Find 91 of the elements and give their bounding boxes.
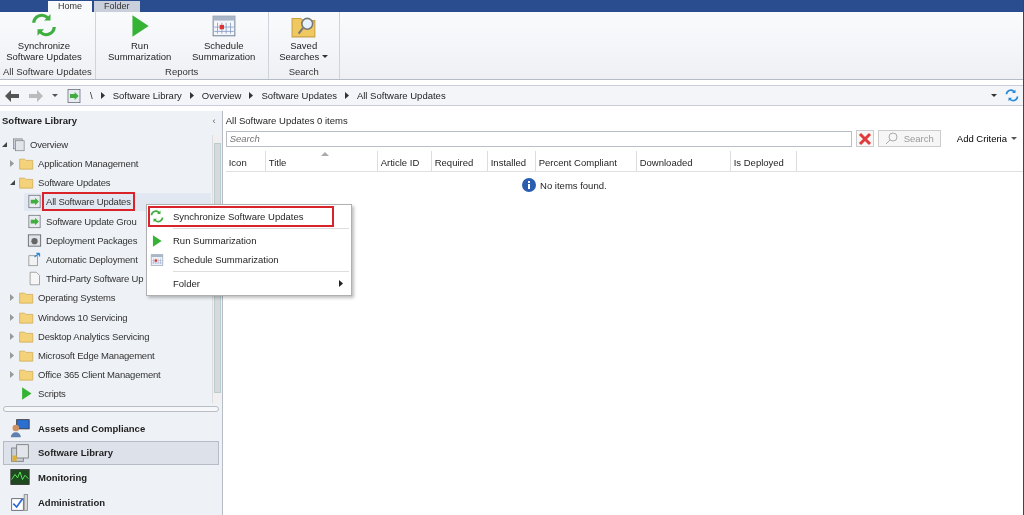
- ribbon-button[interactable]: Schedule Summarization: [182, 12, 265, 66]
- empty-message: No items found.: [540, 179, 607, 191]
- ribbon-group-label: Reports: [164, 66, 200, 79]
- caret-icon: [322, 55, 329, 59]
- add-criteria-button[interactable]: Add Criteria: [950, 132, 1023, 145]
- play-icon: [19, 386, 34, 402]
- collapsed-arrow-icon: [10, 332, 16, 340]
- tree-item[interactable]: Scripts: [0, 384, 212, 404]
- refresh-icon: [1005, 88, 1019, 103]
- sort-arrow-icon: [321, 152, 330, 156]
- workspace-button[interactable]: Assets and Compliance: [3, 416, 219, 440]
- caret-icon: [1011, 137, 1017, 140]
- chevron-icon: [189, 92, 194, 99]
- column-header[interactable]: Article ID: [377, 151, 432, 171]
- ribbon-button[interactable]: Synchronize Software Updates: [3, 12, 85, 66]
- collapsed-arrow-icon: [10, 313, 16, 321]
- search-field[interactable]: Search: [225, 130, 852, 147]
- tree-item[interactable]: Desktop Analytics Servicing: [0, 326, 212, 346]
- expanded-arrow-icon: [10, 179, 16, 187]
- caret-icon: [52, 94, 58, 97]
- pages-icon: [10, 442, 30, 463]
- forward-arrow-icon: [28, 88, 44, 103]
- folder-icon: [19, 309, 34, 325]
- document-arrow-icon: [27, 252, 42, 268]
- back-arrow-icon: [4, 88, 20, 103]
- menu-item[interactable]: Schedule Summarization: [149, 250, 349, 269]
- checklist-icon: [10, 492, 30, 513]
- workspace-button[interactable]: Monitoring: [3, 465, 219, 490]
- folder-icon: [19, 156, 34, 172]
- collapsed-arrow-icon: [10, 294, 16, 302]
- tree-item[interactable]: Microsoft Edge Management: [0, 345, 212, 366]
- ribbon-tab[interactable]: Home: [48, 1, 92, 12]
- update-icon: [27, 194, 42, 210]
- collapse-button[interactable]: ‹: [212, 115, 220, 126]
- column-header[interactable]: Percent Compliant: [535, 151, 637, 171]
- column-header[interactable]: Installed: [487, 151, 536, 171]
- play-icon: [150, 233, 164, 248]
- workspace-button[interactable]: Software Library: [3, 440, 219, 465]
- collapsed-arrow-icon: [10, 160, 16, 168]
- folder-icon: [19, 367, 34, 383]
- chevron-icon: [344, 92, 349, 99]
- menu-item[interactable]: Run Summarization: [149, 231, 349, 250]
- tree-item[interactable]: Windows 10 Servicing: [0, 307, 212, 327]
- calendar-icon: [210, 13, 237, 39]
- ribbon-group-label: Search: [287, 66, 320, 79]
- pane-title: Software Library: [2, 115, 77, 126]
- sync-icon: [31, 13, 57, 39]
- computer-user-icon: [10, 418, 30, 439]
- calendar-icon: [150, 252, 164, 267]
- column-header[interactable]: Required: [431, 151, 488, 171]
- monitor-chart-icon: [10, 467, 30, 488]
- column-header[interactable]: Icon: [225, 151, 266, 171]
- column-header[interactable]: Title: [265, 151, 378, 171]
- breadcrumb-item[interactable]: \: [90, 90, 93, 101]
- workspace-button[interactable]: Administration: [3, 490, 219, 515]
- collapsed-arrow-icon: [10, 371, 16, 379]
- close-icon: [857, 131, 872, 146]
- tree-item[interactable]: Office 365 Client Management: [0, 365, 212, 385]
- chevron-icon: [100, 92, 105, 99]
- folder-icon: [19, 347, 34, 363]
- sync-icon: [150, 209, 164, 224]
- package-icon: [27, 232, 42, 248]
- submenu-arrow-icon: [339, 280, 343, 287]
- column-header[interactable]: Downloaded: [636, 151, 731, 171]
- expanded-arrow-icon: [2, 140, 8, 148]
- document-icon: [27, 271, 42, 287]
- breadcrumb-item[interactable]: Software Library: [112, 90, 182, 101]
- column-header[interactable]: Is Deployed: [730, 151, 797, 171]
- ribbon-button[interactable]: Saved Searches: [271, 12, 336, 66]
- ribbon-tab[interactable]: Folder: [94, 1, 140, 12]
- splitter-handle[interactable]: [3, 406, 219, 413]
- tree-item[interactable]: Overview: [0, 134, 212, 154]
- caret-icon: [991, 94, 997, 97]
- pages-icon: [11, 136, 26, 152]
- folder-icon: [19, 328, 34, 344]
- folder-icon: [19, 175, 34, 191]
- search-icon: [884, 132, 898, 145]
- ribbon-group-label: All Software Updates: [3, 66, 92, 79]
- tree-item[interactable]: Software Updates: [0, 173, 212, 193]
- folder-icon: [19, 290, 34, 306]
- breadcrumb-item[interactable]: Software Updates: [261, 90, 337, 101]
- ribbon-button[interactable]: Run Summarization: [98, 12, 181, 66]
- list-title: All Software Updates 0 items: [225, 114, 349, 128]
- breadcrumb-item[interactable]: All Software Updates: [356, 90, 446, 101]
- update-icon: [27, 213, 42, 229]
- breadcrumb-item[interactable]: Overview: [201, 90, 242, 101]
- clear-button[interactable]: [855, 130, 874, 147]
- chevron-icon: [249, 92, 254, 99]
- collapsed-arrow-icon: [10, 351, 16, 359]
- info-icon: [522, 178, 537, 192]
- tree-item[interactable]: Application Management: [0, 154, 212, 174]
